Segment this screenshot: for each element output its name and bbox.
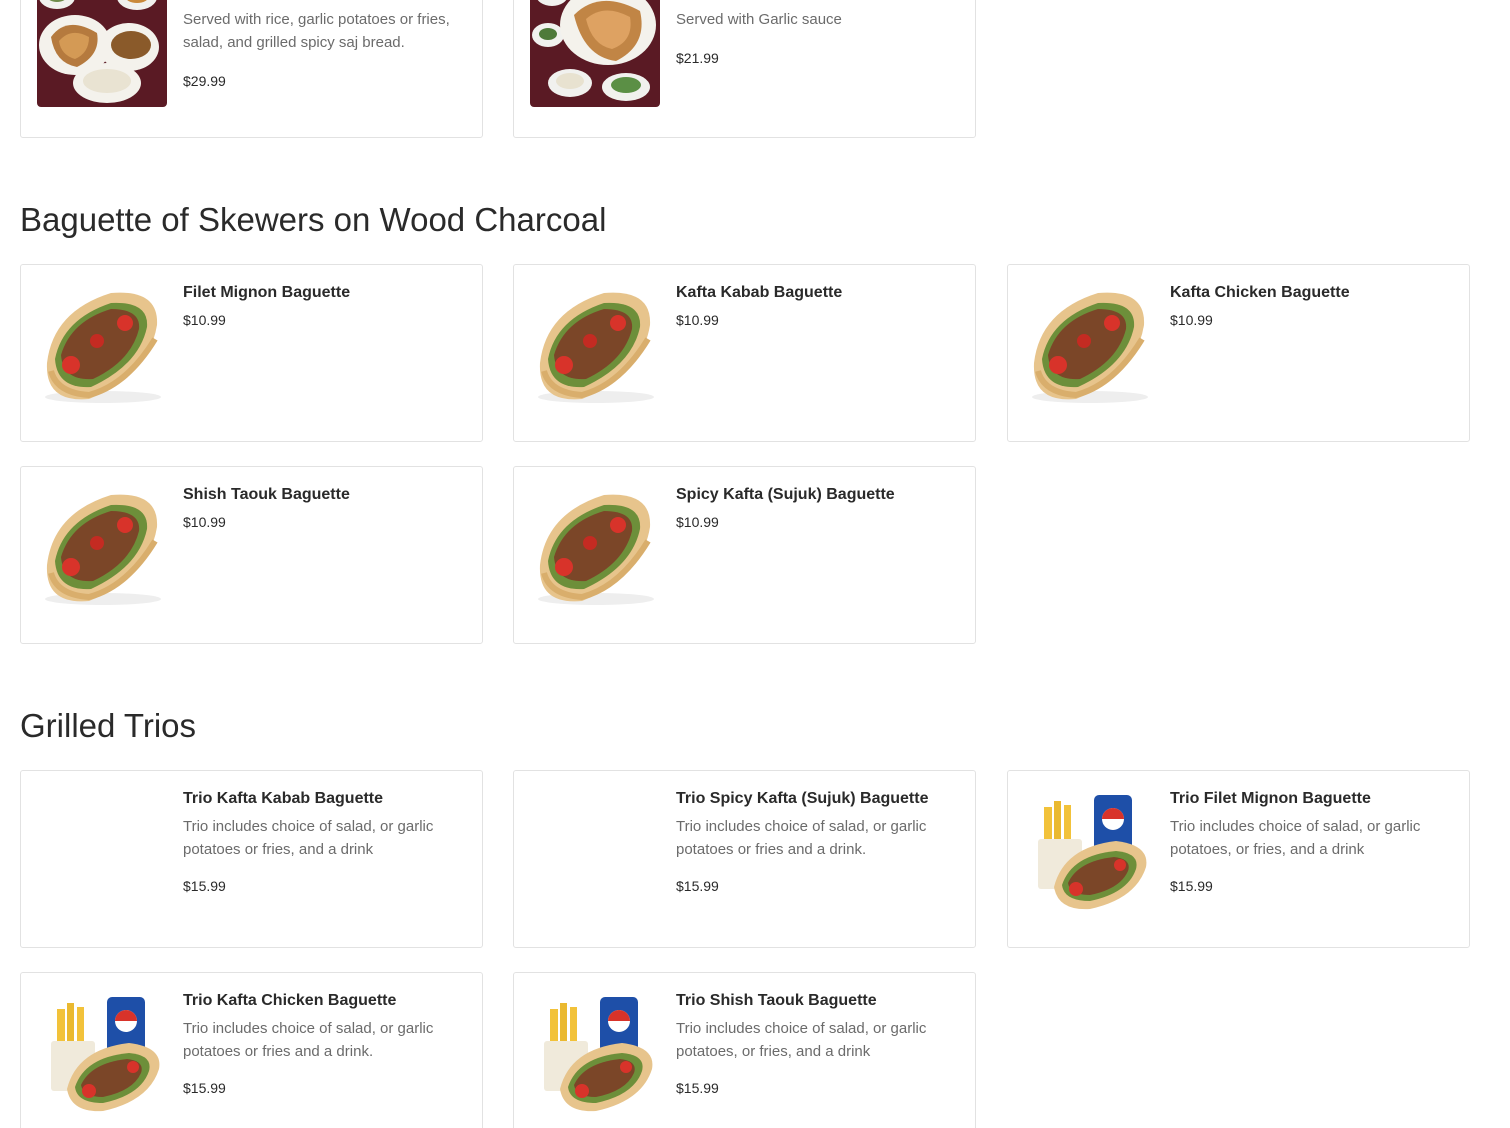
item-name: Trio Kafta Chicken Baguette	[183, 992, 397, 1009]
item-price: $10.99	[1170, 312, 1213, 328]
item-description: Served with Garlic sauce	[676, 11, 842, 28]
item-price: $10.99	[676, 514, 719, 530]
food-image	[1024, 787, 1154, 917]
menu-item-card[interactable]: Trio Shish Taouk Baguette Trio includes …	[513, 972, 976, 1128]
item-description: Trio includes choice of salad, or garlic…	[1170, 818, 1421, 858]
food-image	[530, 483, 660, 613]
item-price: $10.99	[183, 514, 226, 530]
section-title-baguette: Baguette of Skewers on Wood Charcoal	[20, 201, 607, 238]
item-price: $15.99	[183, 878, 226, 894]
menu-item-card[interactable]: Kafta Kabab Baguette $10.99	[513, 264, 976, 442]
food-image	[530, 989, 660, 1119]
item-price: $15.99	[676, 1080, 719, 1096]
section-title-trios: Grilled Trios	[20, 707, 197, 744]
menu-item-card[interactable]: Trio Kafta Chicken Baguette Trio include…	[20, 972, 483, 1128]
menu-item-card[interactable]: Kafta Chicken Baguette $10.99	[1007, 264, 1470, 442]
item-name: Kafta Chicken Baguette	[1170, 284, 1350, 301]
item-name: Spicy Kafta (Sujuk) Baguette	[676, 486, 895, 503]
food-image-placeholder	[530, 787, 660, 917]
menu-item-card[interactable]: Served with Garlic sauce $21.99	[513, 0, 976, 138]
item-name: Trio Filet Mignon Baguette	[1170, 790, 1371, 807]
food-image-placeholder	[37, 787, 167, 917]
menu-page: Served with rice, garlic potatoes or fri…	[0, 0, 1510, 1128]
food-image	[37, 483, 167, 613]
item-price: $10.99	[183, 312, 226, 328]
item-description: Trio includes choice of salad, or garlic…	[183, 1020, 434, 1060]
item-price: $10.99	[676, 312, 719, 328]
menu-item-card[interactable]: Served with rice, garlic potatoes or fri…	[20, 0, 483, 138]
food-image	[37, 281, 167, 411]
menu-item-card[interactable]: Trio Filet Mignon Baguette Trio includes…	[1007, 770, 1470, 948]
item-price: $21.99	[676, 50, 719, 66]
menu-item-card[interactable]: Filet Mignon Baguette $10.99	[20, 264, 483, 442]
item-description: Trio includes choice of salad, or garlic…	[676, 1020, 927, 1060]
menu-item-card[interactable]: Trio Spicy Kafta (Sujuk) Baguette Trio i…	[513, 770, 976, 948]
item-price: $15.99	[183, 1080, 226, 1096]
menu-item-card[interactable]: Shish Taouk Baguette $10.99	[20, 466, 483, 644]
item-name: Shish Taouk Baguette	[183, 486, 350, 503]
item-description: Trio includes choice of salad, or garlic…	[676, 818, 927, 858]
menu-item-card[interactable]: Spicy Kafta (Sujuk) Baguette $10.99	[513, 466, 976, 644]
item-name: Trio Spicy Kafta (Sujuk) Baguette	[676, 790, 929, 807]
food-image	[530, 281, 660, 411]
food-image	[37, 0, 167, 107]
item-name: Trio Shish Taouk Baguette	[676, 992, 877, 1009]
food-image	[530, 0, 660, 107]
item-name: Filet Mignon Baguette	[183, 284, 351, 301]
item-name: Trio Kafta Kabab Baguette	[183, 790, 384, 807]
item-name: Kafta Kabab Baguette	[676, 284, 843, 301]
menu-item-card[interactable]: Trio Kafta Kabab Baguette Trio includes …	[20, 770, 483, 948]
food-image	[37, 989, 167, 1119]
item-description: Trio includes choice of salad, or garlic…	[183, 818, 434, 858]
food-image	[1024, 281, 1154, 411]
item-description: Served with rice, garlic potatoes or fri…	[183, 11, 450, 51]
item-price: $15.99	[1170, 878, 1213, 894]
item-price: $29.99	[183, 73, 226, 89]
item-price: $15.99	[676, 878, 719, 894]
